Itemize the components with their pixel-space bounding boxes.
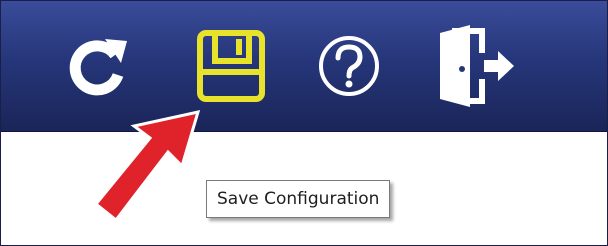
refresh-icon <box>69 39 127 96</box>
exit-door-icon <box>440 25 514 107</box>
refresh-button[interactable] <box>59 1 137 131</box>
floppy-disk-icon <box>197 30 265 102</box>
save-button[interactable] <box>186 1 276 131</box>
toolbar <box>1 1 607 132</box>
tooltip: Save Configuration <box>206 180 391 218</box>
question-circle-icon <box>319 36 379 96</box>
exit-button[interactable] <box>426 1 526 131</box>
help-button[interactable] <box>307 1 391 131</box>
